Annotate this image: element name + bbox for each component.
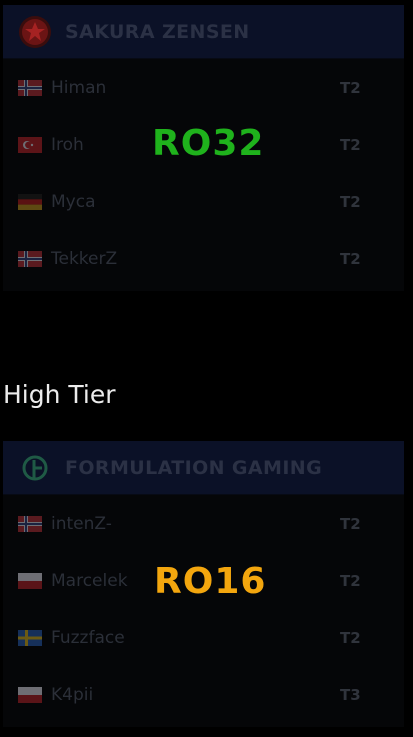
- player-row[interactable]: Himan T2: [3, 59, 404, 116]
- team-name: SAKURA ZENSEN: [65, 20, 250, 43]
- player-row[interactable]: intenZ- T2: [3, 495, 404, 552]
- team-header[interactable]: FORMULATION GAMING: [3, 441, 404, 495]
- player-tier: T2: [340, 249, 361, 268]
- player-row[interactable]: TekkerZ T2: [3, 230, 404, 287]
- player-name[interactable]: TekkerZ: [51, 249, 117, 269]
- player-row[interactable]: Myca T2: [3, 173, 404, 230]
- player-name[interactable]: Iroh: [51, 135, 84, 155]
- norway-flag-icon: [18, 79, 42, 96]
- player-name[interactable]: Marcelek: [51, 571, 128, 591]
- player-tier: T2: [340, 78, 361, 97]
- norway-flag-icon: [18, 515, 42, 532]
- sakura-zensen-logo-icon: [18, 15, 52, 49]
- team-name: FORMULATION GAMING: [65, 456, 323, 479]
- section-title: High Tier: [3, 380, 116, 409]
- formulation-gaming-logo-icon: [18, 451, 52, 485]
- player-tier: T2: [340, 135, 361, 154]
- player-name[interactable]: K4pii: [51, 685, 93, 705]
- germany-flag-icon: [18, 193, 42, 210]
- player-row[interactable]: Fuzzface T2: [3, 609, 404, 666]
- player-row[interactable]: K4pii T3: [3, 666, 404, 723]
- player-tier: T2: [340, 514, 361, 533]
- player-name[interactable]: Myca: [51, 192, 96, 212]
- player-tier: T2: [340, 192, 361, 211]
- round-badge-ro16: RO16: [154, 561, 267, 602]
- player-tier: T2: [340, 571, 361, 590]
- player-name[interactable]: intenZ-: [51, 514, 112, 534]
- player-name[interactable]: Himan: [51, 78, 106, 98]
- poland-flag-icon: [18, 572, 42, 589]
- turkey-flag-icon: [18, 136, 42, 153]
- sweden-flag-icon: [18, 629, 42, 646]
- player-tier: T3: [340, 685, 361, 704]
- player-tier: T2: [340, 628, 361, 647]
- poland-flag-icon: [18, 686, 42, 703]
- player-name[interactable]: Fuzzface: [51, 628, 125, 648]
- team-header[interactable]: SAKURA ZENSEN: [3, 5, 404, 59]
- norway-flag-icon: [18, 250, 42, 267]
- round-badge-ro32: RO32: [152, 123, 265, 164]
